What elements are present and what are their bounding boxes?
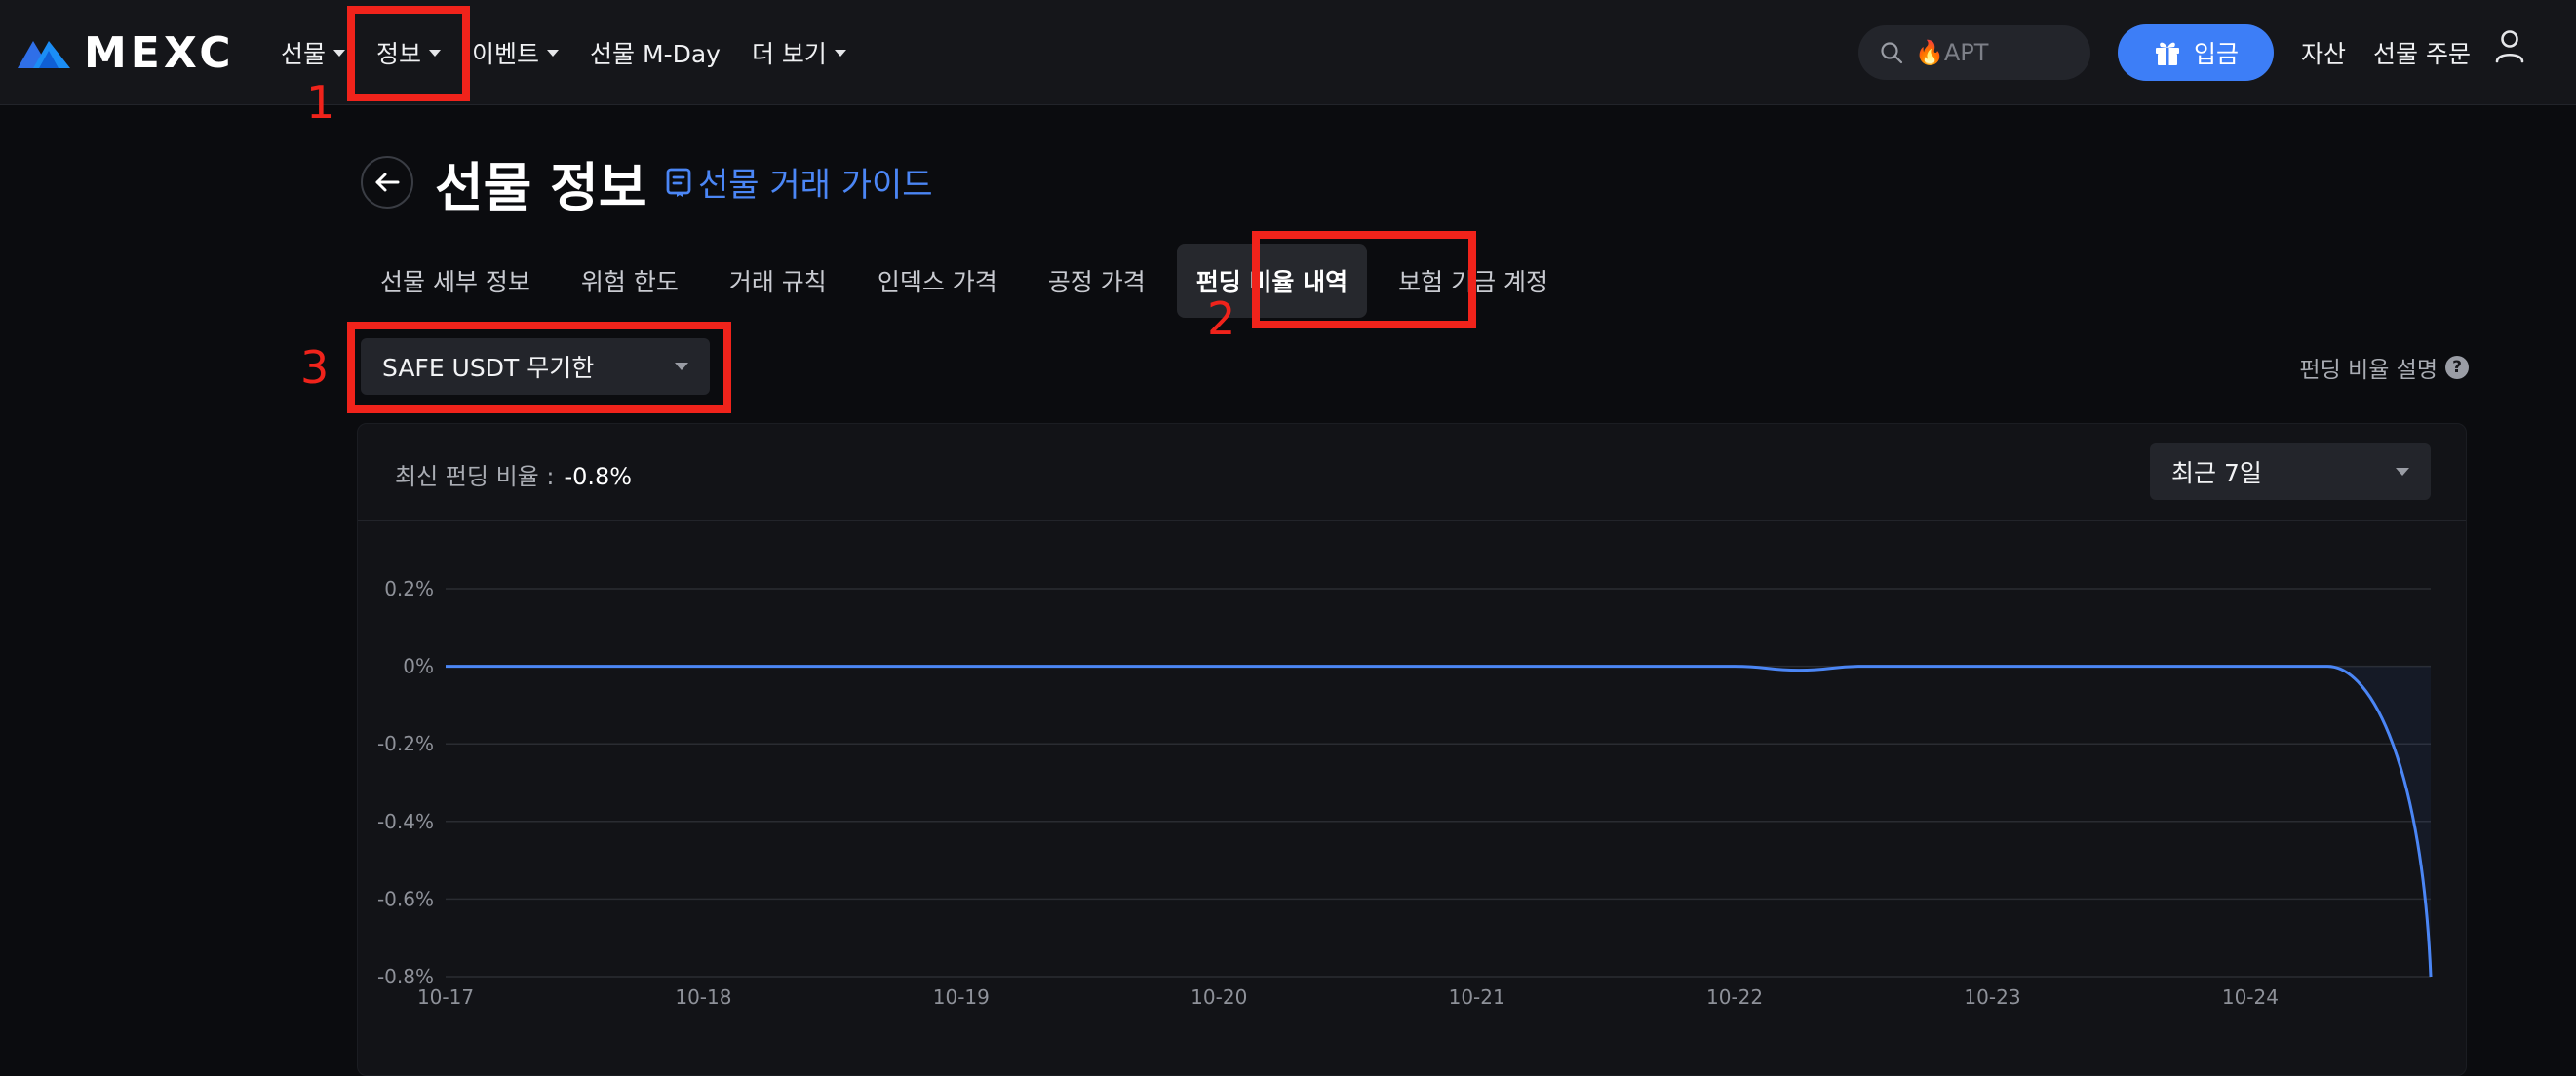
nav-item-info[interactable]: 정보 [376, 35, 442, 70]
tab-label: 인덱스 가격 [877, 268, 997, 296]
nav-label: 선물 [281, 40, 327, 68]
tab-fair-price[interactable]: 공정 가격 [1029, 244, 1165, 318]
page-title: 선물 정보 [435, 157, 647, 218]
nav-item-futures[interactable]: 선물 [281, 35, 346, 70]
annotation-number-3: 3 [300, 341, 330, 394]
annotation-number-2: 2 [1207, 292, 1236, 345]
deposit-label: 입금 [2193, 40, 2239, 68]
mexc-logo[interactable]: MEXC [16, 27, 235, 78]
caret-down-icon [675, 363, 688, 370]
nav-item-events[interactable]: 이벤트 [472, 35, 560, 70]
user-icon[interactable] [2494, 29, 2525, 68]
search-box[interactable] [1858, 25, 2090, 80]
tab-risk-limit[interactable]: 위험 한도 [562, 244, 698, 318]
x-tick-label: 10-22 [1706, 985, 1763, 1009]
arrow-left-icon [375, 173, 400, 192]
guide-link-label: 선물 거래 가이드 [698, 166, 933, 205]
nav-item-more[interactable]: 더 보기 [752, 35, 846, 70]
back-button[interactable] [361, 156, 413, 209]
tab-funding-rate-history[interactable]: 펀딩 비율 내역 [1176, 244, 1368, 318]
deposit-button[interactable]: 입금 [2118, 24, 2274, 81]
x-tick-label: 10-17 [417, 985, 474, 1009]
tab-label: 보험 기금 계정 [1398, 268, 1549, 296]
annotation-number-1: 1 [306, 76, 335, 129]
x-axis-labels: 10-17 10-18 10-19 10-20 10-21 10-22 10-23 10-24 [417, 985, 2279, 1009]
top-navigation-bar: MEXC 선물 정보 이벤트 선물 M-Day 더 보기 🔥APT 입금 자산 … [0, 0, 2576, 105]
y-tick-label: -0.4% [377, 810, 434, 833]
x-tick-label: 10-18 [675, 985, 731, 1009]
nav-label: 더 보기 [751, 40, 827, 68]
tab-trading-rules[interactable]: 거래 규칙 [710, 244, 846, 318]
x-tick-label: 10-20 [1190, 985, 1247, 1009]
mexc-logo-mark-icon [18, 41, 70, 68]
nav-label: 정보 [376, 40, 422, 68]
tab-contract-details[interactable]: 선물 세부 정보 [361, 244, 550, 318]
nav-label: 이벤트 [472, 40, 540, 68]
x-tick-label: 10-19 [933, 985, 990, 1009]
futures-guide-link[interactable]: 선물 거래 가이드 [665, 158, 933, 206]
tab-label: 위험 한도 [580, 268, 679, 296]
gift-icon [2155, 42, 2179, 65]
brand-name: MEXC [84, 27, 235, 78]
help-icon: ? [2445, 356, 2469, 379]
y-axis-labels: 0.2%0%-0.2%-0.4%-0.6%-0.8% [377, 577, 434, 988]
y-tick-label: -0.6% [377, 887, 434, 910]
nav-label: 선물 M-Day [590, 40, 721, 68]
futures-orders-link[interactable]: 선물 주문 [2373, 35, 2471, 70]
search-icon [1881, 42, 1903, 64]
tab-label: 공정 가격 [1047, 268, 1146, 296]
caret-down-icon [429, 49, 442, 57]
tab-index-price[interactable]: 인덱스 가격 [858, 244, 1017, 318]
tab-label: 거래 규칙 [728, 268, 827, 296]
info-tabs: 선물 세부 정보 위험 한도 거래 규칙 인덱스 가격 공정 가격 펀딩 비율 … [361, 244, 1580, 318]
guide-book-icon [666, 168, 691, 197]
main-nav: 선물 정보 이벤트 선물 M-Day 더 보기 [281, 0, 878, 105]
funding-rate-explanation-link[interactable]: 펀딩 비율 설명 ? [2299, 351, 2469, 384]
tab-insurance-fund[interactable]: 보험 기금 계정 [1379, 244, 1568, 318]
y-tick-label: 0% [403, 655, 434, 678]
x-tick-label: 10-23 [1964, 985, 2020, 1009]
funding-rate-chart: 0.2%0%-0.2%-0.4%-0.6%-0.8% 10-17 10-18 10-… [377, 577, 2433, 1009]
symbol-select-value: SAFE USDT 무기한 [382, 354, 595, 382]
caret-down-icon [333, 49, 346, 57]
assets-link[interactable]: 자산 [2301, 35, 2346, 70]
caret-down-icon [834, 49, 846, 57]
tab-label: 선물 세부 정보 [380, 268, 530, 296]
caret-down-icon [547, 49, 560, 57]
search-input[interactable] [1915, 39, 2071, 66]
x-tick-label: 10-21 [1449, 985, 1505, 1009]
nav-item-m-day[interactable]: 선물 M-Day [590, 35, 721, 70]
y-tick-label: -0.2% [377, 732, 434, 755]
y-tick-label: 0.2% [384, 577, 434, 600]
funding-explain-label: 펀딩 비율 설명 [2299, 358, 2438, 383]
symbol-select[interactable]: SAFE USDT 무기한 [361, 338, 710, 395]
x-tick-label: 10-24 [2222, 985, 2279, 1009]
chart-grid [446, 588, 2431, 978]
